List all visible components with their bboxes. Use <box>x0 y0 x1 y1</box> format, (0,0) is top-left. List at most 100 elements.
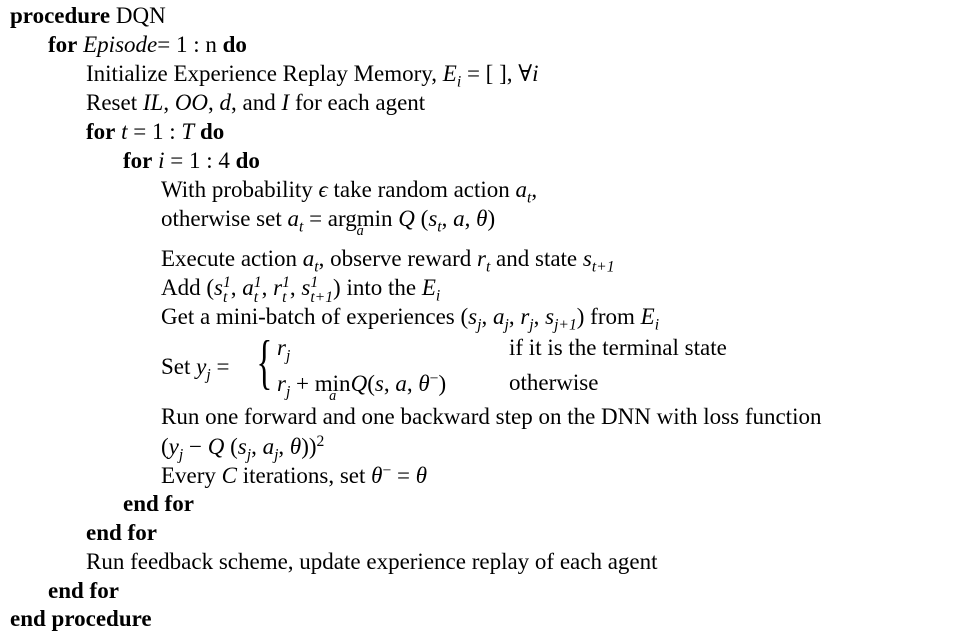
procedure-keyword: procedure <box>10 3 111 28</box>
math-var: r <box>520 304 530 329</box>
end-episode-loop: end for <box>48 578 119 603</box>
supsub: 1t <box>222 274 231 307</box>
minibatch-line: Get a mini-batch of experiences (sj, aj,… <box>161 304 660 334</box>
supsub: 1t <box>253 274 262 307</box>
loop-variable: i <box>158 148 165 173</box>
text: , observe reward <box>318 246 477 271</box>
math-var: θ <box>476 206 488 231</box>
epsilon-greedy-line: With probability ϵ take random action at… <box>161 177 538 207</box>
do-keyword: do <box>235 148 260 173</box>
execute-line: Execute action at, observe reward rt and… <box>161 247 615 275</box>
episode-loop-header: for Episode= 1 : n do <box>48 33 247 56</box>
end-procedure: end procedure <box>10 606 152 631</box>
loss-function: (yj − Q (sj, aj, θ))2 <box>161 433 325 464</box>
case-terminal-condition: if it is the terminal state <box>509 335 727 360</box>
loop-range: = 1 : 4 <box>170 148 230 173</box>
math-var: s <box>301 275 311 300</box>
end-time-loop: end for <box>86 520 157 545</box>
text: With probability <box>161 177 319 202</box>
text: ) into the <box>333 275 422 300</box>
subscript: t+1 <box>591 258 615 276</box>
text: take random action <box>327 177 516 202</box>
text: iterations, set <box>237 462 372 488</box>
subscript: t <box>437 218 442 236</box>
text: Initialize Experience Replay Memory, <box>86 61 443 86</box>
subscript: i <box>654 316 660 334</box>
argmin-operator: argmin a <box>328 207 393 238</box>
case-nonterminal-condition: otherwise <box>509 370 599 395</box>
math-var: IL <box>142 90 164 115</box>
math-var: a <box>242 275 254 300</box>
loop-variable: t <box>121 119 128 144</box>
math-var: E <box>640 304 655 329</box>
text: Execute action <box>161 246 303 271</box>
text: Set <box>161 354 197 379</box>
supsub: 1t <box>282 274 290 307</box>
add-experience-line: Add (s 1 t, a1t, r1t, s 1 t+1) into the Ei <box>161 274 441 307</box>
do-keyword: do <box>199 119 225 144</box>
math-expr: Q <box>398 206 415 231</box>
set-target-label: Set yj = <box>161 354 230 384</box>
for-keyword: for <box>86 119 116 144</box>
math-var: OO <box>174 90 209 115</box>
subscript: j <box>477 316 482 334</box>
math-var: d <box>219 90 232 115</box>
subscript: j+1 <box>554 316 577 334</box>
math-var: C <box>221 462 238 488</box>
math-var: s <box>468 304 478 329</box>
loop-range: = 1 : <box>133 119 182 144</box>
time-loop-header: for t = 1 : T do <box>86 120 224 143</box>
math-var: a <box>287 206 299 231</box>
end-agent-loop: end for <box>123 491 194 516</box>
for-keyword: for <box>48 32 78 57</box>
math-var: E <box>442 61 457 86</box>
feedback-line: Run feedback scheme, update experience r… <box>86 549 658 574</box>
reset-line: Reset IL, OO, d, and I for each agent <box>86 90 426 115</box>
subscript: j <box>504 316 509 334</box>
training-step-line: Run one forward and one backward step on… <box>161 404 822 429</box>
text: Every <box>161 462 222 488</box>
subscript: j <box>529 316 534 334</box>
text: for each agent <box>289 90 426 115</box>
supsub: 1 t+1 <box>310 274 334 307</box>
math-var: s <box>428 206 438 231</box>
do-keyword: do <box>222 32 247 57</box>
subscript: t <box>527 189 532 207</box>
math-var: a <box>302 246 315 271</box>
math-var: s <box>214 275 223 300</box>
math-var: a <box>492 304 505 329</box>
cases-brace: { <box>256 329 273 395</box>
subscript: i <box>435 287 441 305</box>
subscript: t <box>298 218 304 236</box>
target-update-line: Every C iterations, set θ− = θ <box>161 462 428 488</box>
procedure-header: procedure DQN <box>10 4 166 27</box>
loop-variable: Episode <box>83 32 158 57</box>
loop-end: T <box>181 119 195 144</box>
math-var: a <box>515 177 528 202</box>
agent-loop-header: for i = 1 : 4 do <box>123 149 260 172</box>
text: = [ ], ∀ <box>461 61 533 86</box>
case-nonterminal-expr: rj + min a Q(s, a, θ−) <box>277 370 447 404</box>
math-var: E <box>421 275 436 300</box>
text: Reset <box>86 90 143 115</box>
text: Add ( <box>161 275 215 300</box>
text: and state <box>490 246 583 271</box>
argmin-line: otherwise set at = argmin a Q (st, a, θ) <box>161 206 496 240</box>
epsilon-symbol: ϵ <box>318 177 328 202</box>
text: Get a mini-batch of experiences ( <box>161 304 469 329</box>
math-var: r <box>476 246 486 271</box>
init-memory-line: Initialize Experience Replay Memory, Ei … <box>86 62 539 90</box>
math-var: y <box>196 354 207 379</box>
procedure-name: DQN <box>115 3 166 28</box>
loop-range: = 1 : n <box>157 32 217 57</box>
math-var: s <box>582 246 592 271</box>
math-var: i <box>532 61 539 86</box>
math-var: a <box>453 206 465 231</box>
math-var: s <box>545 304 555 329</box>
text: ) from <box>576 304 641 329</box>
argmin-subscript: a <box>356 223 364 240</box>
for-keyword: for <box>123 148 153 173</box>
math-var: r <box>273 275 283 300</box>
case-terminal-expr: rj <box>277 335 291 365</box>
subscript: j <box>206 366 211 384</box>
